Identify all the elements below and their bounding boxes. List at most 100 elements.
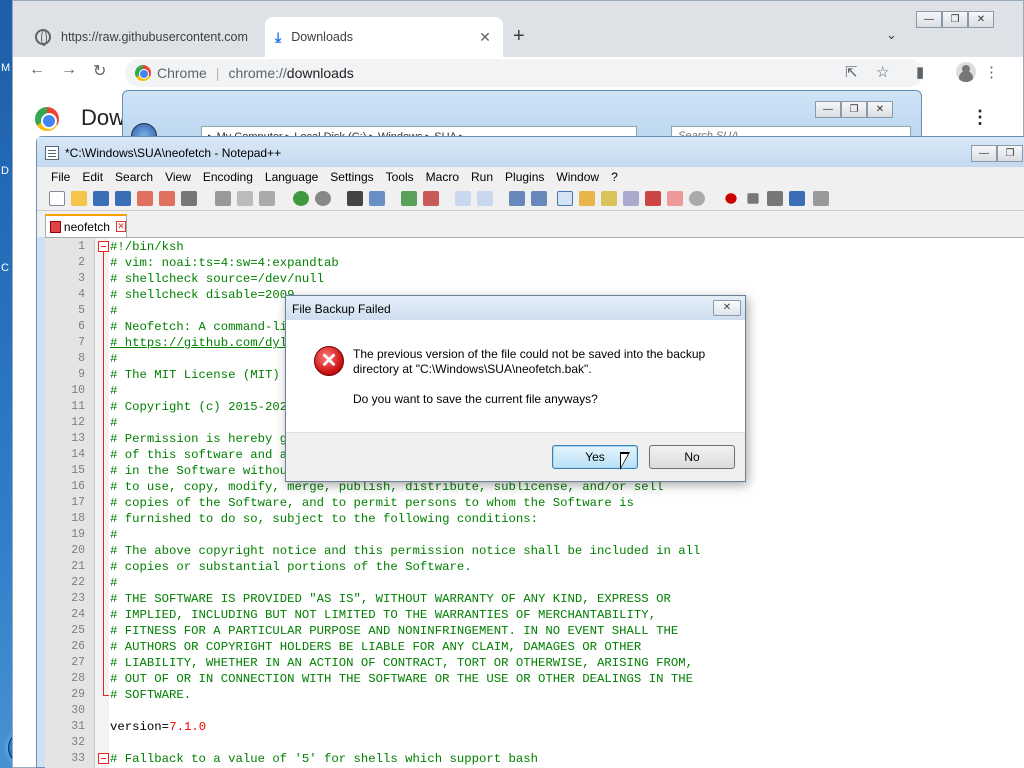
function-list-icon[interactable]	[623, 191, 639, 206]
forward-icon[interactable]: →	[61, 61, 77, 79]
code-line[interactable]: 18 # furnished to do so, subject to the f…	[45, 511, 1024, 527]
code-line[interactable]: 30	[45, 703, 1024, 719]
desktop-icon-label[interactable]: C	[1, 262, 9, 274]
globe-icon	[35, 29, 51, 46]
folder-workspace-icon[interactable]	[645, 191, 661, 206]
close-button[interactable]: ✕	[968, 11, 994, 28]
zoom-out-icon[interactable]	[423, 191, 439, 206]
save-all-icon[interactable]	[115, 191, 131, 206]
tab-raw-github[interactable]: https://raw.githubusercontent.com	[25, 17, 261, 57]
sync-vertical-icon[interactable]	[455, 191, 471, 206]
code-line[interactable]: 32	[45, 735, 1024, 751]
address-bar[interactable]: Chrome | chrome:// downloads	[125, 59, 923, 87]
new-file-icon[interactable]	[49, 191, 65, 206]
find-icon[interactable]	[347, 191, 363, 206]
menu-view[interactable]: View	[165, 170, 198, 184]
code-line[interactable]: 25 # FITNESS FOR A PARTICULAR PURPOSE AND…	[45, 623, 1024, 639]
code-line[interactable]: 2 # vim: noai:ts=4:sw=4:expandtab	[45, 255, 1024, 271]
desktop-icon-label[interactable]: M	[1, 62, 10, 74]
line-number: 7	[78, 336, 85, 349]
code-line[interactable]: 27 # LIABILITY, WHETHER IN AN ACTION OF C…	[45, 655, 1024, 671]
chevron-down-icon[interactable]: ⌄	[886, 27, 897, 43]
profile-avatar[interactable]	[956, 62, 976, 82]
reload-icon[interactable]: ↻	[93, 61, 106, 81]
dialog-close-button[interactable]: ✕	[713, 300, 741, 316]
share-icon[interactable]: ⇱	[845, 63, 858, 81]
indent-guide-icon[interactable]	[557, 191, 573, 206]
code-line[interactable]: 3 # shellcheck source=/dev/null	[45, 271, 1024, 287]
no-button[interactable]: No	[649, 445, 735, 469]
menu-edit[interactable]: Edit	[82, 170, 110, 184]
close-tab-icon[interactable]: ✕	[477, 29, 493, 46]
line-text: # SOFTWARE.	[110, 688, 192, 702]
menu-macro[interactable]: Macro	[426, 170, 466, 184]
dialog-question: Do you want to save the current file any…	[353, 392, 598, 406]
doc-map-icon[interactable]	[601, 191, 617, 206]
undo-icon[interactable]	[293, 191, 309, 206]
star-icon[interactable]: ☆	[876, 63, 889, 81]
menu-file[interactable]: File	[51, 170, 77, 184]
close-button[interactable]: ✕	[867, 101, 893, 118]
tab-downloads[interactable]: ⤓ Downloads ✕	[265, 17, 503, 57]
monitoring-icon[interactable]	[689, 191, 705, 206]
cut-icon[interactable]	[215, 191, 231, 206]
new-tab-button[interactable]: +	[513, 25, 525, 48]
maximize-button[interactable]: ❐	[841, 101, 867, 118]
menu-settings[interactable]: Settings	[330, 170, 380, 184]
run-macro-multiple-icon[interactable]	[789, 191, 805, 206]
udl-icon[interactable]	[579, 191, 595, 206]
paste-icon[interactable]	[259, 191, 275, 206]
menu-encoding[interactable]: Encoding	[203, 170, 260, 184]
close-all-icon[interactable]	[159, 191, 175, 206]
folder-icon[interactable]	[667, 191, 683, 206]
sync-horizontal-icon[interactable]	[477, 191, 493, 206]
menu-kebab-icon[interactable]: ⋮	[984, 63, 999, 81]
menu-search[interactable]: Search	[115, 170, 160, 184]
replace-icon[interactable]	[369, 191, 385, 206]
word-wrap-icon[interactable]	[509, 191, 525, 206]
code-line[interactable]: 19 #	[45, 527, 1024, 543]
maximize-button[interactable]: ❐	[997, 145, 1023, 162]
show-all-chars-icon[interactable]	[531, 191, 547, 206]
code-line[interactable]: 28 # OUT OF OR IN CONNECTION WITH THE SOF…	[45, 671, 1024, 687]
redo-icon[interactable]	[315, 191, 331, 206]
close-file-icon[interactable]	[137, 191, 153, 206]
close-tab-icon[interactable]: ✕	[115, 221, 126, 232]
menu-tools[interactable]: Tools	[386, 170, 421, 184]
code-line[interactable]: 17 # copies of the Software, and to permi…	[45, 495, 1024, 511]
document-tab[interactable]: neofetch ✕	[45, 214, 127, 237]
code-line[interactable]: 22 #	[45, 575, 1024, 591]
menu-window[interactable]: Window	[556, 170, 606, 184]
minimize-button[interactable]: —	[916, 11, 942, 28]
url-scheme: chrome://	[228, 65, 287, 81]
save-icon[interactable]	[93, 191, 109, 206]
code-line[interactable]: 23 # THE SOFTWARE IS PROVIDED "AS IS", WI…	[45, 591, 1024, 607]
copy-icon[interactable]	[237, 191, 253, 206]
menu-help[interactable]: ?	[611, 170, 625, 184]
maximize-button[interactable]: ❐	[942, 11, 968, 28]
desktop-icon-label[interactable]: D	[1, 165, 9, 177]
stop-macro-icon[interactable]	[747, 193, 759, 204]
code-line[interactable]: 29 # SOFTWARE.	[45, 687, 1024, 703]
code-line[interactable]: 33 # Fallback to a value of '5' for shell…	[45, 751, 1024, 767]
zoom-in-icon[interactable]	[401, 191, 417, 206]
code-line[interactable]: 24 # IMPLIED, INCLUDING BUT NOT LIMITED T…	[45, 607, 1024, 623]
save-macro-icon[interactable]	[813, 191, 829, 206]
minimize-button[interactable]: —	[971, 145, 997, 162]
menu-plugins[interactable]: Plugins	[505, 170, 551, 184]
record-macro-icon[interactable]	[725, 193, 737, 204]
minimize-button[interactable]: —	[815, 101, 841, 118]
play-macro-icon[interactable]	[767, 191, 783, 206]
code-line[interactable]: 20 # The above copyright notice and this …	[45, 543, 1024, 559]
menu-run[interactable]: Run	[471, 170, 500, 184]
open-file-icon[interactable]	[71, 191, 87, 206]
code-line[interactable]: 31 version= 7.1.0	[45, 719, 1024, 735]
code-line[interactable]: 21 # copies or substantial portions of th…	[45, 559, 1024, 575]
print-icon[interactable]	[181, 191, 197, 206]
code-line[interactable]: 26 # AUTHORS OR COPYRIGHT HOLDERS BE LIAB…	[45, 639, 1024, 655]
menu-language[interactable]: Language	[265, 170, 325, 184]
downloads-menu-icon[interactable]: ⋮	[971, 107, 989, 128]
code-line[interactable]: 1 #!/bin/ksh	[45, 239, 1024, 255]
side-panel-icon[interactable]: ▮	[916, 63, 924, 81]
back-icon[interactable]: ←	[29, 61, 45, 79]
